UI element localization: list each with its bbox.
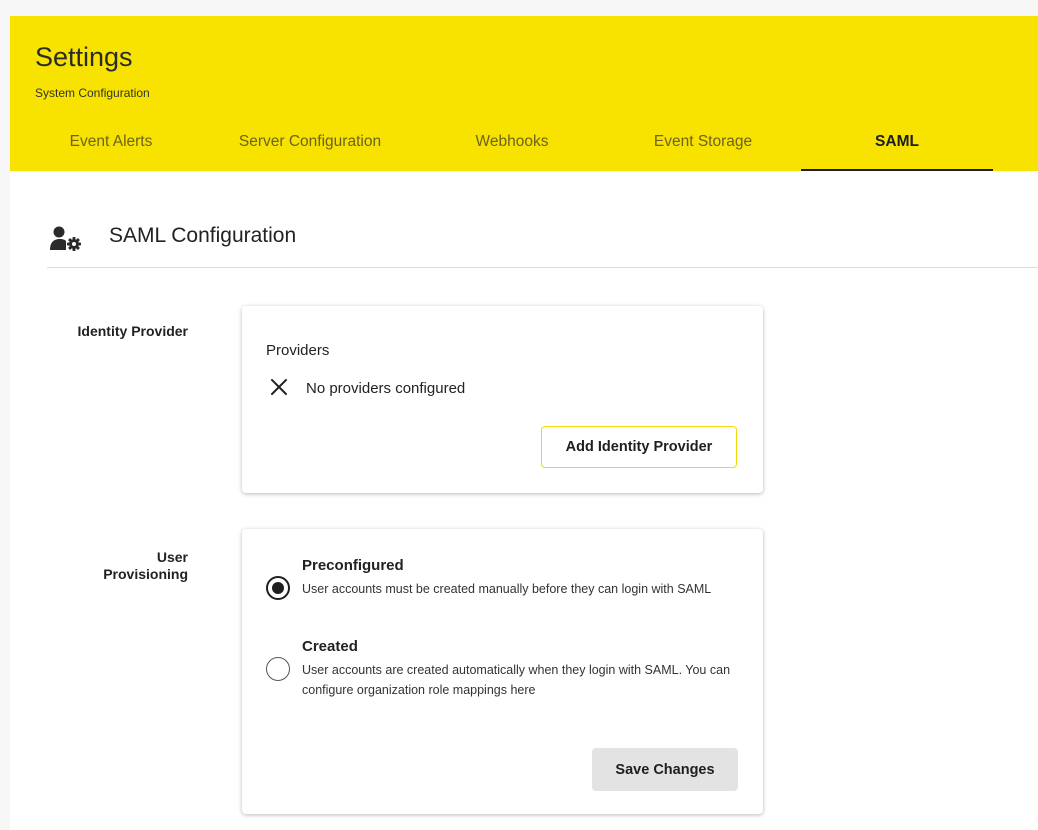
tab-webhooks[interactable]: Webhooks [450,124,574,171]
preconfigured-radio[interactable] [266,576,290,600]
no-providers-text: No providers configured [306,380,466,397]
identity-provider-card: Providers No providers configured Add Id… [242,306,763,493]
identity-provider-label: Identity Provider [77,323,188,339]
page-subtitle: System Configuration [35,86,150,100]
outer-left-margin [0,16,10,830]
tab-server-configuration[interactable]: Server Configuration [210,124,410,171]
outer-top-margin [0,0,1038,16]
section-title: SAML Configuration [109,224,297,247]
settings-header: Settings System Configuration Event Aler… [10,16,1038,171]
tab-event-storage[interactable]: Event Storage [620,124,786,171]
preconfigured-title: Preconfigured [302,557,404,574]
preconfigured-description: User accounts must be created manually b… [302,582,712,596]
tab-saml[interactable]: SAML [801,124,993,171]
created-description: User accounts are created automatically … [302,663,731,697]
created-radio[interactable] [266,657,290,681]
tab-event-alerts[interactable]: Event Alerts [34,124,188,171]
save-changes-button[interactable]: Save Changes [592,748,738,791]
close-icon [271,379,287,395]
add-identity-provider-button[interactable]: Add Identity Provider [541,426,737,468]
created-title: Created [302,638,358,655]
section-divider [47,267,1038,268]
user-provisioning-card: Preconfigured User accounts must be crea… [242,529,763,814]
user-gear-icon [50,226,81,251]
page-title: Settings [35,42,133,72]
user-provisioning-label: User Provisioning [103,549,188,582]
providers-label: Providers [266,342,330,359]
tab-bar: Event Alerts Server Configuration Webhoo… [10,124,1038,171]
